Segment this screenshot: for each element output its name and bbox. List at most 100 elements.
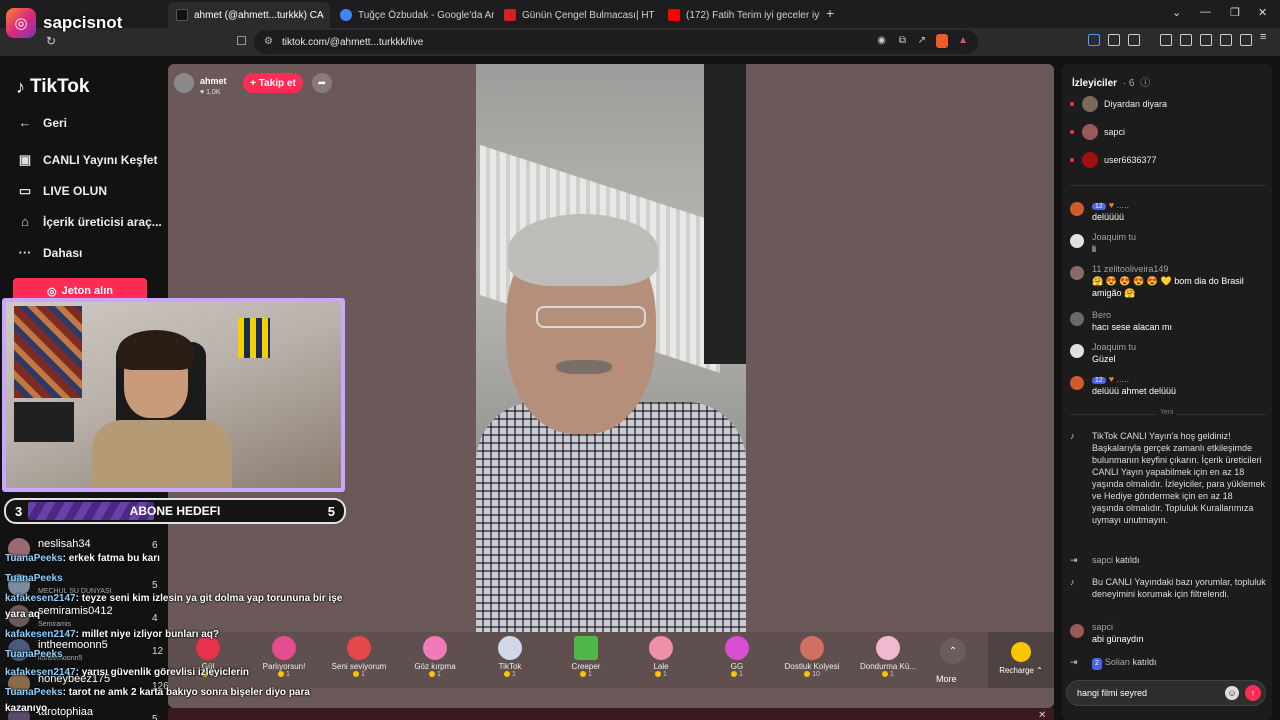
- chat-text: Güzel: [1092, 354, 1116, 364]
- leaderboard-count: 5: [152, 580, 158, 591]
- wallet-icon[interactable]: [1200, 34, 1212, 46]
- viewer-row[interactable]: sapci: [1070, 124, 1125, 140]
- brave-rewards-icon[interactable]: ▲: [958, 35, 968, 46]
- tab-list-icon[interactable]: ⌄: [1172, 6, 1181, 19]
- sidebar-toggle-icon[interactable]: [1180, 34, 1192, 46]
- url-text: tiktok.com/@ahmett...turkkk/live: [282, 36, 424, 48]
- gift-name: Seni seviyorum: [331, 662, 387, 671]
- minimize-icon[interactable]: —: [1200, 6, 1211, 18]
- viewer-row[interactable]: Diyardan diyara: [1070, 96, 1167, 112]
- gift-price: 1: [323, 671, 395, 678]
- extension-icon[interactable]: [1128, 34, 1140, 46]
- leo-icon[interactable]: [1220, 34, 1232, 46]
- viewer-row[interactable]: user6636377: [1070, 152, 1157, 168]
- extension-icon[interactable]: [1108, 34, 1120, 46]
- join-text: katıldı: [1132, 657, 1157, 667]
- close-tab-icon[interactable]: ✕: [324, 9, 330, 22]
- tiktok-logo[interactable]: ♪ TikTok: [16, 76, 89, 98]
- sidebar-item-go-live[interactable]: ▭ LIVE OLUN: [16, 183, 107, 199]
- more-dots-icon: ···: [18, 245, 32, 260]
- host-avatar[interactable]: [174, 73, 194, 93]
- fan-badge-icon: ♥: [1108, 374, 1115, 384]
- tab-youtube[interactable]: (172) Fatih Terim iyi geceler iyi gecel: [660, 2, 820, 28]
- host-likes: ♥ 1.0K: [200, 88, 221, 96]
- live-video[interactable]: [476, 64, 746, 632]
- chat-user: kafakesen2147: [5, 593, 76, 604]
- chat-panel: İzleyiciler · 6 ⓘ Diyardan diyara sapci …: [1062, 64, 1272, 720]
- vpn-icon[interactable]: [1240, 34, 1252, 46]
- chat-text: : tarot ne amk 2 karta bakıyo sonra bişe…: [62, 687, 310, 698]
- music-icon[interactable]: [1160, 34, 1172, 46]
- host-name: ahmet: [200, 75, 227, 86]
- extension-icon[interactable]: [1088, 34, 1100, 46]
- sidebar-item-creator-tools[interactable]: ⌂ İçerik üreticisi araç...: [16, 214, 162, 229]
- open-in-icon[interactable]: ⧉: [899, 35, 906, 46]
- avatar: [1070, 624, 1084, 638]
- url-field[interactable]: ⚙ tiktok.com/@ahmett...turkkk/live ◉ ⧉ ↗…: [254, 30, 978, 54]
- join-user: sapci: [1092, 555, 1114, 565]
- menu-icon[interactable]: ≡: [1260, 31, 1272, 43]
- divider: [1070, 185, 1266, 186]
- sidebar-item-label: Dahası: [43, 245, 83, 260]
- necklace-icon: [800, 636, 824, 660]
- google-favicon-icon: [340, 9, 352, 21]
- gift-item[interactable]: Dostluk Kolyesi 10: [776, 634, 848, 678]
- gift-item[interactable]: Seni seviyorum 1: [323, 634, 395, 678]
- shine-icon: [272, 636, 296, 660]
- share-icon[interactable]: ↗: [918, 35, 926, 46]
- follow-button[interactable]: + Takip et: [243, 73, 303, 93]
- close-window-icon[interactable]: ✕: [1258, 6, 1267, 19]
- camera-icon: ▭: [18, 183, 32, 198]
- sidebar-item-back[interactable]: ← Geri: [16, 115, 68, 130]
- send-icon[interactable]: ↑: [1245, 685, 1261, 701]
- gift-item[interactable]: Göz kırpma 1: [399, 634, 471, 678]
- more-gifts-label[interactable]: More: [936, 674, 957, 684]
- more-gifts-button[interactable]: ⌃: [940, 638, 966, 664]
- tab-google-search[interactable]: Tuğçe Özbudak - Google'da Ara: [332, 2, 494, 28]
- gift-item[interactable]: Lale 1: [625, 634, 697, 678]
- info-icon[interactable]: ⓘ: [1140, 78, 1150, 89]
- avatar: [1070, 344, 1084, 358]
- level-badge: 2: [1092, 658, 1102, 670]
- maximize-icon[interactable]: ❐: [1230, 6, 1240, 19]
- audio-icon[interactable]: ◉: [877, 35, 886, 46]
- overlay-chat-line: TuanaPeeks: tarot ne amk 2 karta bakıyo …: [5, 687, 310, 698]
- rank-dot-icon: [1070, 130, 1074, 134]
- chat-user: TuanaPeeks: [5, 553, 63, 564]
- ht-favicon-icon: [504, 9, 516, 21]
- new-messages-label: Yeni: [1156, 409, 1178, 416]
- sidebar-item-label: LIVE OLUN: [43, 184, 108, 198]
- gift-item[interactable]: Parlıyorsun! 1: [248, 634, 320, 678]
- share-icon[interactable]: ➦: [312, 73, 332, 93]
- sidebar-item-label: İçerik üreticisi araç...: [43, 214, 162, 229]
- gift-price: 1: [701, 671, 773, 678]
- site-info-icon[interactable]: ⚙: [264, 36, 273, 47]
- gift-name: Göz kırpma: [414, 662, 456, 671]
- close-icon[interactable]: ✕: [1038, 710, 1046, 720]
- gift-item[interactable]: Dondurma Kü... 1: [852, 634, 924, 678]
- chat-text: delüüü ahmet delüüü: [1092, 386, 1177, 396]
- viewer-name: user6636377: [1104, 155, 1157, 165]
- tab-bulmaca[interactable]: Günün Çengel Bulmacası| HT Bulmac: [496, 2, 656, 28]
- join-user: Solian: [1104, 657, 1130, 667]
- brave-shield-icon[interactable]: [936, 34, 948, 48]
- avatar: [1082, 124, 1098, 140]
- chat-text: : teyze seni kim izlesin ya git dolma ya…: [75, 593, 343, 604]
- recharge-button[interactable]: Recharge ⌃: [988, 632, 1054, 688]
- tab-tiktok-live[interactable]: ahmet (@ahmett...turkkk) CA ✕: [168, 2, 330, 28]
- gift-item[interactable]: TikTok 1: [474, 634, 546, 678]
- ice-cream-icon: [876, 636, 900, 660]
- gift-name: TikTok: [498, 662, 522, 671]
- gift-item[interactable]: Creeper 1: [550, 634, 622, 678]
- emoji-icon[interactable]: ☺: [1225, 686, 1239, 700]
- chat-user: TuanaPeeks: [5, 573, 63, 584]
- new-tab-icon[interactable]: +: [826, 5, 834, 21]
- sidebar-item-explore-live[interactable]: ▣ CANLI Yayını Keşfet: [16, 152, 158, 168]
- comment-input[interactable]: hangi filmi seyred ☺ ↑: [1066, 680, 1266, 706]
- bookmark-icon[interactable]: ☐: [236, 34, 247, 48]
- back-arrow-icon: ←: [18, 115, 32, 130]
- gift-item[interactable]: GG 1: [701, 634, 773, 678]
- chat-user: 11 zelitooliveira149: [1092, 264, 1169, 274]
- sidebar-item-more[interactable]: ··· Dahası: [16, 245, 83, 260]
- host-info[interactable]: ahmet ♥ 1.0K: [174, 72, 227, 96]
